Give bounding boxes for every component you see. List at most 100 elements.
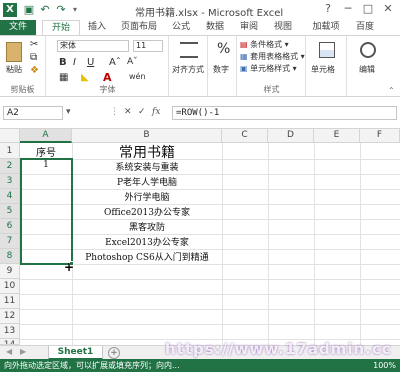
column-header-f[interactable]: F bbox=[360, 129, 400, 143]
row-header-8[interactable]: 8 bbox=[0, 249, 20, 264]
worksheet-grid[interactable]: A B C D E F 1 2 3 4 5 6 7 8 9 10 11 12 1… bbox=[0, 128, 400, 345]
restore-button[interactable]: □ bbox=[358, 0, 378, 18]
column-header-b[interactable]: B bbox=[72, 129, 222, 143]
column-header-e[interactable]: E bbox=[314, 129, 360, 143]
tab-addins[interactable]: 加载项 bbox=[306, 20, 346, 35]
cell-b8[interactable]: Photoshop CS6从入门到精通 bbox=[72, 250, 222, 263]
font-size-select[interactable]: 11 bbox=[133, 40, 163, 52]
save-icon[interactable]: ▣ bbox=[22, 3, 36, 17]
paste-icon[interactable] bbox=[6, 42, 22, 62]
borders-icon[interactable]: ▦ bbox=[59, 72, 68, 83]
grow-font-icon[interactable]: Aˆ bbox=[109, 57, 121, 68]
editing-button[interactable]: 编辑 bbox=[359, 64, 375, 75]
cell-a1[interactable]: 序号 bbox=[20, 144, 72, 159]
gridline bbox=[20, 309, 400, 310]
cell-b7[interactable]: Excel2013办公专家 bbox=[72, 235, 222, 248]
column-header-a[interactable]: A bbox=[20, 129, 72, 143]
name-box[interactable]: A2 bbox=[3, 106, 63, 120]
formula-options-icon: ⋮ bbox=[110, 107, 119, 117]
cell-styles-button[interactable]: ▣ 单元格样式 ▾ bbox=[240, 63, 297, 74]
row-header-12[interactable]: 12 bbox=[0, 309, 20, 324]
font-name-select[interactable]: 宋体 bbox=[57, 40, 129, 52]
row-header-10[interactable]: 10 bbox=[0, 279, 20, 294]
tab-file[interactable]: 文件 bbox=[0, 20, 36, 35]
namebox-dropdown-icon[interactable]: ▾ bbox=[66, 107, 71, 117]
window-title: 常用书籍.xlsx - Microsoft Excel bbox=[135, 8, 284, 19]
alignment-group: 对齐方式 bbox=[170, 36, 208, 96]
sheet-prev-icon[interactable]: ◀ bbox=[6, 347, 12, 356]
column-header-c[interactable]: C bbox=[222, 129, 268, 143]
column-header-d[interactable]: D bbox=[268, 129, 314, 143]
phonetic-button[interactable]: wén bbox=[129, 72, 146, 81]
formula-input[interactable]: =ROW()-1 bbox=[172, 106, 397, 120]
cell-b2[interactable]: 系统安装与重装 bbox=[72, 160, 222, 173]
cell-b4[interactable]: 外行学电脑 bbox=[72, 190, 222, 203]
cell-b3[interactable]: P老年人学电脑 bbox=[72, 175, 222, 188]
shrink-font-icon[interactable]: Aˇ bbox=[127, 57, 138, 67]
clipboard-group: 粘贴 ✂ ⧉ ❖ 剪贴板 bbox=[0, 36, 46, 96]
number-group: % 数字 bbox=[209, 36, 237, 96]
tab-review[interactable]: 审阅 bbox=[234, 20, 264, 35]
row-header-11[interactable]: 11 bbox=[0, 294, 20, 309]
font-color-icon[interactable]: A bbox=[103, 71, 112, 84]
cell-b5[interactable]: Office2013办公专家 bbox=[72, 205, 222, 218]
cancel-icon[interactable]: ✕ bbox=[124, 107, 132, 117]
cells-icon[interactable] bbox=[319, 42, 335, 58]
cells-button[interactable]: 单元格 bbox=[311, 64, 335, 75]
undo-icon[interactable]: ↶ bbox=[38, 3, 52, 17]
gridline bbox=[20, 324, 400, 325]
ribbon: 粘贴 ✂ ⧉ ❖ 剪贴板 宋体 11 B I U Aˆ Aˇ ▦ ◣ A wén… bbox=[0, 35, 400, 97]
help-button[interactable]: ? bbox=[318, 0, 338, 18]
font-group-label: 字体 bbox=[99, 85, 116, 94]
italic-button[interactable]: I bbox=[73, 57, 76, 68]
format-painter-icon[interactable]: ❖ bbox=[30, 65, 39, 76]
minimize-button[interactable]: ─ bbox=[338, 0, 358, 18]
row-header-7[interactable]: 7 bbox=[0, 234, 20, 249]
tab-view[interactable]: 视图 bbox=[268, 20, 298, 35]
collapse-ribbon-icon[interactable]: ⌃ bbox=[388, 86, 395, 95]
tab-insert[interactable]: 插入 bbox=[82, 20, 112, 35]
row-header-3[interactable]: 3 bbox=[0, 174, 20, 189]
zoom-level[interactable]: 100% bbox=[373, 359, 396, 372]
styles-group: ▤ 条件格式 ▾ ▦ 套用表格格式 ▾ ▣ 单元格样式 ▾ 样式 bbox=[238, 36, 306, 96]
underline-button[interactable]: U bbox=[87, 57, 94, 68]
cell-b1[interactable]: 常用书籍 bbox=[72, 142, 222, 162]
format-as-table-button[interactable]: ▦ 套用表格格式 ▾ bbox=[240, 51, 305, 62]
close-button[interactable]: ✕ bbox=[378, 0, 398, 18]
selection-range[interactable] bbox=[20, 158, 73, 265]
number-format-button[interactable]: 数字 bbox=[213, 64, 229, 75]
alignment-button[interactable]: 对齐方式 bbox=[172, 64, 204, 75]
row-header-9[interactable]: 9 bbox=[0, 264, 20, 279]
row-header-2[interactable]: 2 bbox=[0, 159, 20, 174]
gridline bbox=[20, 264, 400, 265]
sheet-tab-sheet1[interactable]: Sheet1 bbox=[48, 346, 103, 360]
cell-b6[interactable]: 黑客攻防 bbox=[72, 220, 222, 233]
tab-formulas[interactable]: 公式 bbox=[166, 20, 196, 35]
copy-icon[interactable]: ⧉ bbox=[30, 52, 37, 63]
row-header-5[interactable]: 5 bbox=[0, 204, 20, 219]
tab-page-layout[interactable]: 页面布局 bbox=[114, 20, 164, 35]
cut-icon[interactable]: ✂ bbox=[30, 39, 38, 50]
cell-a2[interactable]: 1 bbox=[20, 160, 72, 170]
tab-data[interactable]: 数据 bbox=[200, 20, 230, 35]
tab-baidu[interactable]: 百度 bbox=[350, 20, 380, 35]
bold-button[interactable]: B bbox=[59, 57, 67, 68]
row-header-13[interactable]: 13 bbox=[0, 324, 20, 339]
select-all-corner[interactable] bbox=[0, 129, 20, 143]
row-header-6[interactable]: 6 bbox=[0, 219, 20, 234]
align-icon[interactable] bbox=[180, 42, 198, 58]
row-header-4[interactable]: 4 bbox=[0, 189, 20, 204]
conditional-formatting-button[interactable]: ▤ 条件格式 ▾ bbox=[240, 39, 289, 50]
percent-icon[interactable]: % bbox=[217, 41, 230, 57]
find-icon[interactable] bbox=[360, 42, 376, 58]
paste-button[interactable]: 粘贴 bbox=[6, 64, 22, 75]
insert-function-icon[interactable]: fx bbox=[152, 107, 160, 117]
tab-home[interactable]: 开始 bbox=[42, 20, 80, 35]
fill-color-icon[interactable]: ◣ bbox=[81, 72, 89, 83]
qat-customize-icon[interactable]: ▾ bbox=[68, 3, 82, 17]
enter-icon[interactable]: ✓ bbox=[138, 107, 146, 117]
sheet-next-icon[interactable]: ▶ bbox=[20, 347, 26, 356]
redo-icon[interactable]: ↷ bbox=[54, 3, 68, 17]
add-sheet-button[interactable]: + bbox=[108, 347, 120, 359]
row-header-1[interactable]: 1 bbox=[0, 143, 20, 159]
